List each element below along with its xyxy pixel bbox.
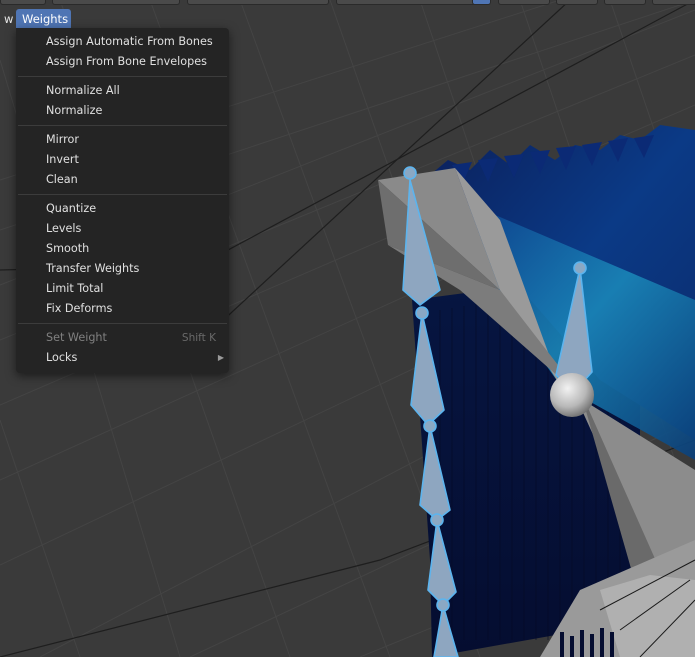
menu-item-limit-total[interactable]: Limit Total [16, 279, 229, 299]
shortcut-hint: Shift K [181, 332, 216, 344]
menu-item-normalize-all[interactable]: Normalize All [16, 81, 229, 101]
menu-item-invert[interactable]: Invert [16, 150, 229, 170]
header-widget[interactable] [336, 0, 490, 5]
viewport-header [0, 0, 695, 30]
menu-item-mirror[interactable]: Mirror [16, 130, 229, 150]
header-widget[interactable] [652, 0, 695, 5]
menu-item-levels[interactable]: Levels [16, 219, 229, 239]
header-widget[interactable] [498, 0, 550, 5]
header-widget[interactable] [556, 0, 598, 5]
menu-item-label: Set Weight [46, 331, 107, 344]
menu-item-clean[interactable]: Clean [16, 170, 229, 190]
header-widget[interactable] [187, 0, 329, 5]
menu-separator [18, 194, 227, 195]
menu-item-label: Locks [46, 351, 78, 364]
menu-item-assign-automatic-from-bones[interactable]: Assign Automatic From Bones [16, 32, 229, 52]
head-sphere [550, 373, 594, 417]
menu-item-normalize[interactable]: Normalize [16, 101, 229, 121]
menu-weights[interactable]: Weights [16, 9, 71, 29]
menu-item-locks[interactable]: Locks ▶ [16, 348, 229, 368]
header-widget[interactable] [52, 0, 180, 5]
header-widget[interactable] [0, 0, 46, 5]
menu-item-transfer-weights[interactable]: Transfer Weights [16, 259, 229, 279]
menu-item-fix-deforms[interactable]: Fix Deforms [16, 299, 229, 319]
header-toggle-active[interactable] [472, 0, 491, 5]
menu-separator [18, 323, 227, 324]
header-widget[interactable] [604, 0, 646, 5]
menu-separator [18, 76, 227, 77]
weights-dropdown-menu: Assign Automatic From Bones Assign From … [16, 28, 229, 373]
submenu-arrow-icon: ▶ [217, 353, 224, 362]
menu-separator [18, 125, 227, 126]
menu-item-quantize[interactable]: Quantize [16, 199, 229, 219]
menu-item-assign-from-bone-envelopes[interactable]: Assign From Bone Envelopes [16, 52, 229, 72]
menu-item-set-weight[interactable]: Set Weight Shift K [16, 328, 229, 348]
menu-item-smooth[interactable]: Smooth [16, 239, 229, 259]
